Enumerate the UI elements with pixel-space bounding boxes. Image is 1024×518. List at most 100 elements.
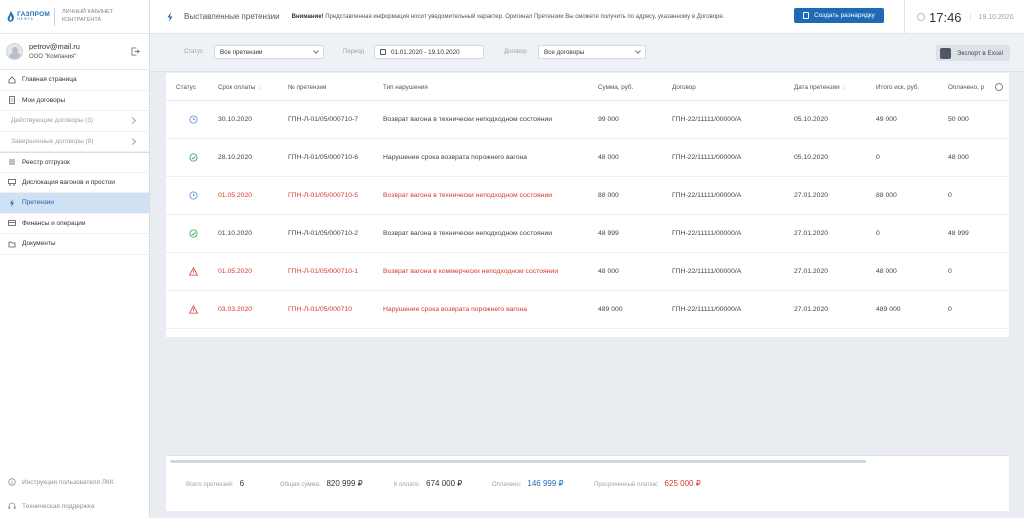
sidebar-item-documents[interactable]: Документы: [0, 234, 149, 255]
summary-overdue: Просроченный платеж: 625 000 ₽: [594, 479, 701, 488]
profile-company: ООО "Компания": [29, 53, 77, 60]
page-title: Выставленные претензии: [184, 12, 280, 21]
avatar-head: [11, 47, 18, 53]
documents-icon: [8, 240, 16, 248]
sidebar-item-label: Главная страница: [22, 76, 77, 84]
sidebar-item-finance[interactable]: Финансы и операции: [0, 214, 149, 234]
cell-due-date: 28.10.2020: [218, 154, 253, 161]
cell-claim-number[interactable]: ГПН-Л-01/05/000710-6: [288, 154, 358, 161]
cell-paid: 0: [948, 268, 952, 275]
col-status[interactable]: Статус: [176, 84, 196, 91]
cell-contract: ГПН-22/11111/00000/А: [672, 230, 742, 237]
cell-paid: 48 000: [948, 154, 969, 161]
cell-total: 49 000: [876, 116, 897, 123]
sidebar-item-label: Инструкция пользователя ЛКК: [22, 478, 114, 486]
sidebar-item-label: Техническая поддержка: [22, 502, 95, 510]
summary-topay-label: К оплате:: [394, 482, 421, 488]
col-total[interactable]: Итого иск, руб.: [876, 84, 919, 91]
cell-contract: ГПН-22/11111/00000/А: [672, 154, 742, 161]
document-icon: [803, 12, 810, 19]
cell-due-date: 01.10.2020: [218, 230, 253, 237]
sidebar-item-manual[interactable]: Инструкция пользователя ЛКК: [0, 470, 150, 494]
col-paid[interactable]: Оплачено, р: [948, 84, 984, 91]
summary-total: Общая сумма: 820 999 ₽: [280, 479, 363, 488]
cell-due-date: 30.10.2020: [218, 116, 253, 123]
sidebar-item-support[interactable]: Техническая поддержка: [0, 494, 150, 518]
claims-table: Статус Срок оплаты ↕ № претензии Тип нару…: [166, 73, 1009, 337]
warning-icon: [188, 266, 199, 276]
summary-paid: Оплачено: 146 999 ₽: [492, 479, 564, 488]
list-icon: [8, 158, 16, 166]
gear-icon[interactable]: [995, 83, 1003, 91]
create-order-button[interactable]: Создать разнарядку: [794, 8, 884, 23]
status-filter-label: Статус: [184, 49, 203, 55]
cell-claim-date: 27.01.2020: [794, 306, 829, 313]
chevron-down-icon: [635, 48, 641, 54]
logo-area[interactable]: ГАЗПРОМ НЕФТЬ ЛИЧНЫЙ КАБИНЕТ КОНТРАГЕНТА: [0, 0, 149, 34]
finance-icon: [8, 219, 16, 227]
contract-filter-select[interactable]: Все договоры: [538, 45, 646, 59]
col-claim-number[interactable]: № претензии: [288, 84, 326, 91]
col-amount[interactable]: Сумма, руб.: [598, 84, 633, 91]
sidebar-item-wagons[interactable]: Дислокация вагонов и простои: [0, 173, 149, 193]
summary-footer: Всего претензий: 6 Общая сумма: 820 999 …: [166, 455, 1009, 511]
cell-contract: ГПН-22/11111/00000/А: [672, 268, 742, 275]
cell-violation-type: Нарушение срока возврата порожнего вагон…: [383, 154, 528, 161]
sidebar-item-active-contracts[interactable]: Действующие договоры (3): [0, 111, 149, 132]
cell-violation-type: Возврат вагона в технически неподходном …: [383, 116, 553, 123]
summary-total-label: Общая сумма:: [280, 482, 321, 488]
col-due-date[interactable]: Срок оплаты ↕: [218, 84, 262, 91]
cell-claim-date: 05.10.2020: [794, 116, 829, 123]
clock-icon: [917, 13, 925, 21]
sidebar-item-label: Финансы и операции: [22, 219, 86, 227]
sidebar: ГАЗПРОМ НЕФТЬ ЛИЧНЫЙ КАБИНЕТ КОНТРАГЕНТА…: [0, 0, 150, 518]
table-row[interactable]: 28.10.2020 ГПН-Л-01/05/000710-6 Нарушение …: [166, 139, 1009, 177]
brand-sub: НЕФТЬ: [17, 17, 34, 21]
cell-amount: 48 999: [598, 230, 619, 237]
col-claim-date[interactable]: Дата претензии ↕: [794, 84, 846, 91]
logout-icon[interactable]: [131, 47, 140, 56]
table-row[interactable]: 30.10.2020 ГПН-Л-01/05/000710-7 Возврат ва…: [166, 101, 1009, 139]
sidebar-item-contracts[interactable]: Мои договоры: [0, 91, 149, 111]
brand-caption: ЛИЧНЫЙ КАБИНЕТ КОНТРАГЕНТА: [62, 9, 113, 24]
cell-total: 88 000: [876, 192, 897, 199]
notice-body: Представленная информация носит уведомит…: [323, 13, 725, 20]
status-filter-select[interactable]: Все претензии: [214, 45, 324, 59]
user-profile[interactable]: petrov@mail.ru ООО "Компания": [0, 34, 149, 70]
sidebar-item-closed-contracts[interactable]: Завершенные договоры (8): [0, 132, 149, 152]
sidebar-item-claims[interactable]: Претензии: [0, 193, 149, 214]
cell-paid: 50 000: [948, 116, 969, 123]
chevron-down-icon: [313, 48, 319, 54]
cell-claim-number[interactable]: ГПН-Л-01/05/000710: [288, 306, 352, 313]
sidebar-item-home[interactable]: Главная страница: [0, 70, 149, 91]
export-excel-button[interactable]: Экспорт в Excel: [936, 45, 1010, 61]
horizontal-scrollbar[interactable]: [170, 460, 866, 463]
cell-paid: 0: [948, 192, 952, 199]
cell-due-date: 01.05.2020: [218, 268, 253, 275]
table-row[interactable]: 01.05.2020 ГПН-Л-01/05/000710-1 Возврат ва…: [166, 253, 1009, 291]
cell-claim-number[interactable]: ГПН-Л-01/05/000710-1: [288, 268, 358, 275]
col-violation-type[interactable]: Тип нарушения: [383, 84, 428, 91]
cell-claim-number[interactable]: ГПН-Л-01/05/000710-5: [288, 192, 358, 199]
period-filter-input[interactable]: 01.01.2020 - 19.10.2020: [374, 45, 484, 59]
table-row[interactable]: 01.10.2020 ГПН-Л-01/05/000710-2 Возврат ва…: [166, 215, 1009, 253]
cell-claim-number[interactable]: ГПН-Л-01/05/000710-2: [288, 230, 358, 237]
cell-total: 0: [876, 154, 880, 161]
caption-line-2: КОНТРАГЕНТА: [62, 16, 102, 23]
calendar-icon: [380, 49, 386, 55]
summary-topay-value: 674 000 ₽: [426, 479, 463, 488]
cell-violation-type: Возврат вагона в коммерчески неподходном…: [383, 268, 559, 275]
clock-icon: [189, 191, 198, 200]
table-row[interactable]: 01.05.2020 ГПН-Л-01/05/000710-5 Возврат ва…: [166, 177, 1009, 215]
sidebar-item-label: Дислокация вагонов и простои: [22, 178, 115, 186]
excel-icon: [940, 47, 951, 59]
cell-amount: 99 000: [598, 116, 619, 123]
notice-text: Внимание! Представленная информация носи…: [292, 14, 725, 20]
table-row[interactable]: 03.03.2020 ГПН-Л-01/05/000710 Нарушение ср…: [166, 291, 1009, 329]
cell-claim-number[interactable]: ГПН-Л-01/05/000710-7: [288, 116, 358, 123]
info-icon: [8, 478, 16, 486]
sidebar-item-shipments[interactable]: Реестр отгрузок: [0, 152, 149, 173]
export-excel-label: Экспорт в Excel: [957, 49, 1003, 57]
col-contract[interactable]: Договор: [672, 84, 696, 91]
summary-total-value: 820 999 ₽: [326, 479, 363, 488]
